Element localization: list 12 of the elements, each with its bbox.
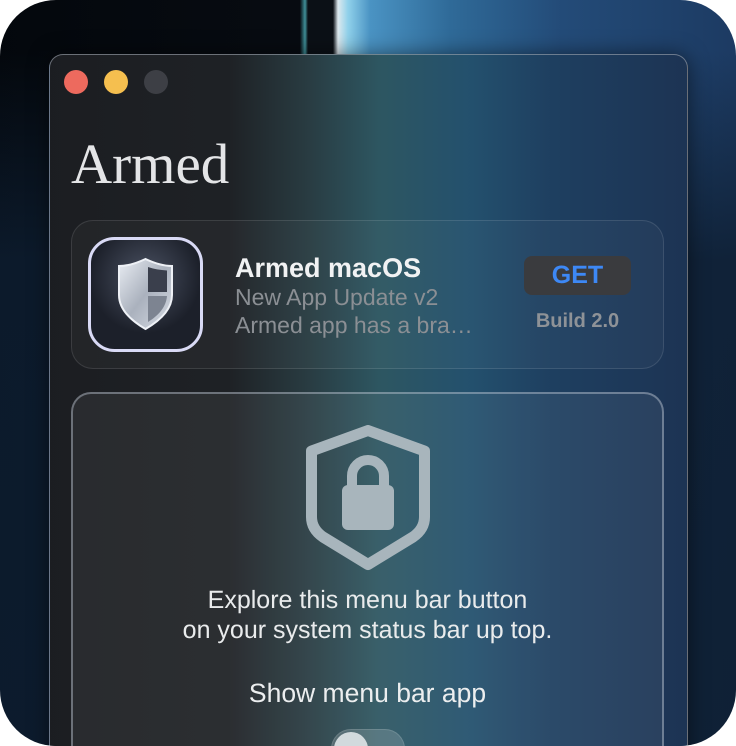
update-title: New App Update v2 xyxy=(235,283,440,311)
menu-bar-message: Explore this menu bar button on your system status bar up top. xyxy=(182,585,552,645)
page-heading: Armed xyxy=(71,137,230,193)
shield-lock-icon xyxy=(304,425,430,571)
build-label: Build 2.0 xyxy=(536,309,620,333)
update-description: Armed app has a bra… xyxy=(235,311,474,339)
app-name: Armed macOS xyxy=(235,253,422,283)
close-button[interactable] xyxy=(64,70,88,94)
shield-app-icon xyxy=(88,237,203,352)
toggle-label: Show menu bar app xyxy=(248,677,486,709)
get-button[interactable]: GET xyxy=(524,256,631,295)
minimize-button[interactable] xyxy=(104,70,128,94)
